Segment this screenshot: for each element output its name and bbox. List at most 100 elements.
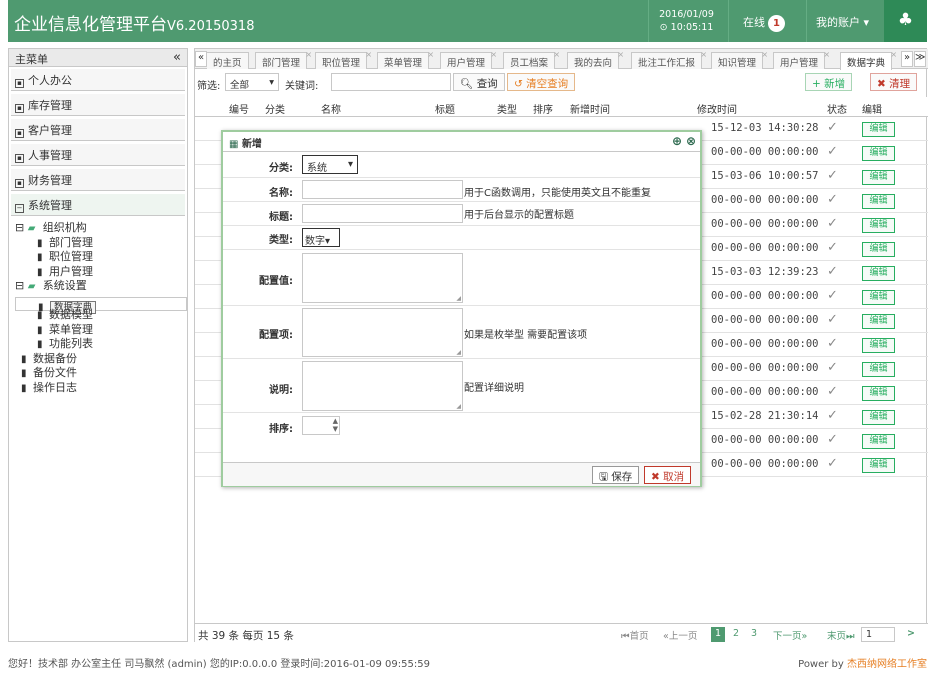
maximize-icon[interactable]: ⊕ — [672, 134, 682, 148]
cancel-button[interactable]: ✖ 取消 — [644, 466, 692, 484]
edit-button[interactable]: 编辑 — [862, 338, 895, 353]
sidebar-item-personal[interactable]: ▪ 个人办公 — [11, 69, 185, 91]
edit-button[interactable]: 编辑 — [862, 434, 895, 449]
sidebar-item-finance[interactable]: ▪ 财务管理 — [11, 169, 185, 191]
filter-select[interactable]: 全部 ▾ — [225, 73, 279, 91]
close-icon[interactable]: × — [700, 50, 707, 59]
edit-button[interactable]: 编辑 — [862, 386, 895, 401]
tab-department[interactable]: 部门管理 × — [255, 50, 312, 69]
sidebar-item-hr[interactable]: ▪ 人事管理 — [11, 144, 185, 166]
tab-list-button[interactable]: ≫ — [914, 51, 926, 67]
tree-node-backup-files[interactable]: ▮ 备份文件 — [15, 366, 187, 381]
sort-stepper[interactable]: ▲ ▼ — [302, 416, 340, 435]
name-input[interactable] — [302, 180, 463, 199]
tab-position[interactable]: 职位管理 × — [315, 50, 372, 69]
col-created[interactable]: 新增时间 — [570, 101, 610, 116]
edit-button[interactable]: 编辑 — [862, 122, 895, 137]
page-jump-input[interactable]: 1 — [861, 627, 895, 642]
edit-button[interactable]: 编辑 — [862, 266, 895, 281]
add-button[interactable]: + 新增 — [805, 73, 853, 91]
title-input[interactable] — [302, 204, 463, 223]
desc-textarea[interactable]: ◢ — [302, 361, 463, 411]
close-icon[interactable]: × — [823, 50, 830, 59]
query-button[interactable]: 🔍︎ 查询 — [453, 73, 505, 91]
powered-by-link[interactable]: 杰西纳网络工作室 — [847, 659, 927, 670]
close-icon[interactable]: × — [761, 50, 768, 59]
close-icon[interactable]: × — [490, 50, 497, 59]
tree-node-position[interactable]: ▮ 职位管理 — [15, 250, 187, 265]
tree-node-backup[interactable]: ▮ 数据备份 — [15, 352, 187, 367]
resize-grip-icon[interactable]: ◢ — [456, 349, 461, 356]
sidebar-item-customer[interactable]: ▪ 客户管理 — [11, 119, 185, 141]
tree-icon[interactable]: ♣ — [884, 0, 927, 42]
col-type[interactable]: 类型 — [497, 101, 517, 116]
clear-query-button[interactable]: ↺ 清空查询 — [507, 73, 576, 91]
tree-node-model[interactable]: ▮ 数据模型 — [15, 308, 187, 323]
close-icon[interactable]: × — [617, 50, 624, 59]
edit-button[interactable]: 编辑 — [862, 410, 895, 425]
edit-button[interactable]: 编辑 — [862, 314, 895, 329]
tab-users[interactable]: 用户管理 × — [440, 50, 497, 69]
close-icon[interactable]: × — [305, 50, 312, 59]
tab-menu[interactable]: 菜单管理 × — [377, 50, 434, 69]
online-users-button[interactable]: 在线 1 — [728, 0, 806, 42]
tab-home[interactable]: 的主页 — [207, 52, 249, 69]
tree-node-org[interactable]: ⊟ ▰ 组织机构 — [15, 221, 187, 236]
edit-button[interactable]: 编辑 — [862, 290, 895, 305]
close-dialog-icon[interactable]: ⊗ — [686, 134, 696, 148]
prev-page-button[interactable]: «上一页 — [659, 627, 701, 642]
first-page-button[interactable]: ⏮首页 — [617, 627, 653, 642]
edit-button[interactable]: 编辑 — [862, 242, 895, 257]
col-name[interactable]: 名称 — [321, 101, 341, 116]
tab-knowledge[interactable]: 知识管理 × — [711, 50, 768, 69]
tree-node-users[interactable]: ▮ 用户管理 — [15, 265, 187, 280]
col-modified[interactable]: 修改时间 — [697, 101, 737, 116]
resize-grip-icon[interactable]: ◢ — [456, 403, 461, 410]
collapse-sidebar-icon[interactable]: « — [173, 50, 181, 65]
col-category[interactable]: 分类 — [265, 101, 285, 116]
resize-grip-icon[interactable]: ◢ — [456, 295, 461, 302]
edit-button[interactable]: 编辑 — [862, 458, 895, 473]
next-page-button[interactable]: 下一页» — [769, 627, 811, 642]
tab-dictionary[interactable]: 数据字典 × — [840, 50, 897, 70]
close-icon[interactable]: × — [427, 50, 434, 59]
keyword-input[interactable] — [331, 73, 451, 91]
tree-node-functions[interactable]: ▮ 功能列表 — [15, 337, 187, 352]
type-select[interactable]: 数字▾ — [302, 228, 340, 247]
col-title[interactable]: 标题 — [435, 101, 455, 116]
tab-employee[interactable]: 员工档案 × — [503, 50, 560, 69]
edit-button[interactable]: 编辑 — [862, 146, 895, 161]
save-button[interactable]: 🖫 保存 — [592, 466, 640, 484]
edit-button[interactable]: 编辑 — [862, 362, 895, 377]
page-button-1[interactable]: 1 — [711, 627, 726, 642]
tab-scroll-left-button[interactable]: « — [195, 51, 207, 67]
edit-button[interactable]: 编辑 — [862, 194, 895, 209]
stepper-arrows-icon[interactable]: ▲ ▼ — [333, 417, 338, 433]
tab-users-2[interactable]: 用户管理 × — [773, 50, 830, 69]
col-id[interactable]: 编号 — [229, 101, 249, 116]
tab-report[interactable]: 批注工作汇报 × — [631, 50, 707, 69]
account-menu-button[interactable]: 我的账户 ▾ — [806, 0, 883, 42]
col-sort[interactable]: 排序 — [533, 101, 553, 116]
tree-node-menu[interactable]: ▮ 菜单管理 — [15, 323, 187, 338]
tree-node-dept[interactable]: ▮ 部门管理 — [15, 236, 187, 251]
tree-node-logs[interactable]: ▮ 操作日志 — [15, 381, 187, 396]
value-textarea[interactable]: ◢ — [302, 253, 463, 303]
category-select[interactable]: 系统 ▾ — [302, 155, 358, 174]
cleanup-button[interactable]: ✖ 清理 — [870, 73, 918, 91]
sidebar-item-system[interactable]: − 系统管理 — [11, 194, 185, 216]
close-icon[interactable]: × — [890, 50, 897, 59]
tab-whereabouts[interactable]: 我的去向 × — [567, 50, 624, 69]
edit-button[interactable]: 编辑 — [862, 170, 895, 185]
close-icon[interactable]: × — [365, 50, 372, 59]
tab-scroll-right-button[interactable]: » — [901, 51, 913, 67]
page-button-2[interactable]: 2 — [729, 627, 743, 642]
edit-button[interactable]: 编辑 — [862, 218, 895, 233]
options-textarea[interactable]: ◢ — [302, 308, 463, 357]
close-icon[interactable]: × — [553, 50, 560, 59]
tree-node-settings[interactable]: ⊟ ▰ 系统设置 — [15, 279, 187, 294]
sidebar-item-inventory[interactable]: ▪ 库存管理 — [11, 94, 185, 116]
page-go-button[interactable]: > — [903, 627, 919, 642]
last-page-button[interactable]: 末页⏭ — [823, 627, 859, 642]
page-button-3[interactable]: 3 — [747, 627, 761, 642]
